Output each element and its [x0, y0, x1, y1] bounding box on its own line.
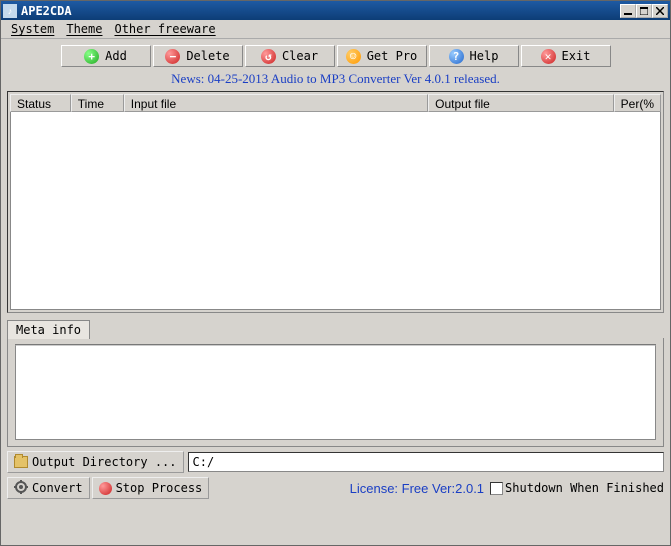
col-input-file[interactable]: Input file: [124, 94, 428, 112]
toolbar: + Add − Delete ↺ Clear ☺ Get Pro ? Help …: [7, 45, 664, 67]
minus-icon: −: [165, 49, 180, 64]
clear-label: Clear: [282, 49, 318, 63]
menu-system[interactable]: System: [5, 21, 60, 37]
stop-process-button[interactable]: Stop Process: [92, 477, 210, 499]
plus-icon: +: [84, 49, 99, 64]
table-header: Status Time Input file Output file Per(%: [10, 94, 661, 112]
maximize-button[interactable]: [636, 4, 652, 18]
smiley-icon: ☺: [346, 49, 361, 64]
col-percent[interactable]: Per(%: [614, 94, 661, 112]
add-label: Add: [105, 49, 127, 63]
x-icon: ✕: [541, 49, 556, 64]
meta-info-panel: Meta info: [7, 319, 664, 447]
checkbox-icon: [490, 482, 503, 495]
output-directory-button[interactable]: Output Directory ...: [7, 451, 184, 473]
clear-icon: ↺: [261, 49, 276, 64]
meta-info-body[interactable]: [15, 344, 656, 440]
menu-other-freeware[interactable]: Other freeware: [108, 21, 221, 37]
output-directory-input[interactable]: [188, 452, 665, 472]
shutdown-label: Shutdown When Finished: [505, 481, 664, 495]
stop-icon: [99, 482, 112, 495]
shutdown-checkbox[interactable]: Shutdown When Finished: [490, 481, 664, 495]
exit-button[interactable]: ✕ Exit: [521, 45, 611, 67]
col-time[interactable]: Time: [71, 94, 124, 112]
titlebar: ♪ APE2CDA: [1, 1, 670, 20]
stop-label: Stop Process: [116, 481, 203, 495]
window-title: APE2CDA: [21, 4, 620, 18]
table-body[interactable]: [10, 112, 661, 310]
convert-label: Convert: [32, 481, 83, 495]
bottom-row: Convert Stop Process License: Free Ver:2…: [7, 477, 664, 503]
folder-icon: [14, 456, 28, 468]
gear-icon: [14, 480, 28, 497]
menu-theme[interactable]: Theme: [60, 21, 108, 37]
meta-info-tab[interactable]: Meta info: [7, 320, 90, 339]
help-label: Help: [470, 49, 499, 63]
output-directory-row: Output Directory ...: [7, 451, 664, 473]
delete-label: Delete: [186, 49, 229, 63]
news-banner[interactable]: News: 04-25-2013 Audio to MP3 Converter …: [7, 71, 664, 87]
getpro-label: Get Pro: [367, 49, 418, 63]
license-text: License: Free Ver:2.0.1: [350, 481, 484, 496]
question-icon: ?: [449, 49, 464, 64]
exit-label: Exit: [562, 49, 591, 63]
getpro-button[interactable]: ☺ Get Pro: [337, 45, 427, 67]
help-button[interactable]: ? Help: [429, 45, 519, 67]
app-icon: ♪: [3, 4, 17, 18]
add-button[interactable]: + Add: [61, 45, 151, 67]
clear-button[interactable]: ↺ Clear: [245, 45, 335, 67]
delete-button[interactable]: − Delete: [153, 45, 243, 67]
convert-button[interactable]: Convert: [7, 477, 90, 499]
col-output-file[interactable]: Output file: [428, 94, 614, 112]
menubar: System Theme Other freeware: [1, 20, 670, 39]
main-window: ♪ APE2CDA System Theme Other freeware + …: [0, 0, 671, 546]
col-status[interactable]: Status: [10, 94, 71, 112]
file-table: Status Time Input file Output file Per(%: [7, 91, 664, 313]
close-button[interactable]: [652, 4, 668, 18]
minimize-button[interactable]: [620, 4, 636, 18]
output-directory-label: Output Directory ...: [32, 455, 177, 469]
